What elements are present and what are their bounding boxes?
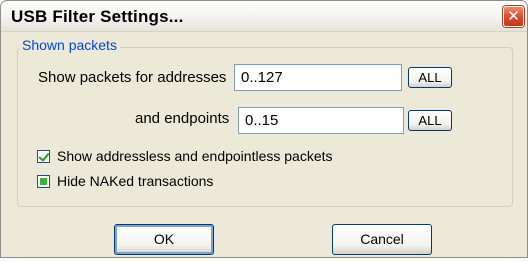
window-title: USB Filter Settings... (11, 7, 184, 26)
addressless-checkbox[interactable] (37, 150, 50, 163)
addresses-label: Show packets for addresses (38, 69, 227, 86)
addresses-all-button[interactable]: ALL (408, 67, 452, 88)
ok-button[interactable]: OK (114, 224, 214, 255)
close-button[interactable]: ✕ (503, 6, 524, 27)
cancel-button[interactable]: Cancel (332, 224, 432, 255)
usb-filter-dialog: USB Filter Settings... ✕ Shown packets S… (0, 0, 528, 258)
group-label: Shown packets (19, 37, 120, 53)
endpoints-all-button[interactable]: ALL (408, 110, 452, 131)
hide-naked-label[interactable]: Hide NAKed transactions (57, 173, 213, 189)
endpoints-label: and endpoints (135, 110, 230, 127)
hide-naked-checkbox[interactable] (37, 175, 50, 188)
close-icon: ✕ (507, 7, 520, 25)
title-bar[interactable]: USB Filter Settings... ✕ (1, 1, 527, 32)
addresses-input[interactable]: 0..127 (234, 64, 402, 91)
endpoints-input[interactable]: 0..15 (238, 107, 404, 134)
addressless-label[interactable]: Show addressless and endpointless packet… (57, 148, 333, 164)
